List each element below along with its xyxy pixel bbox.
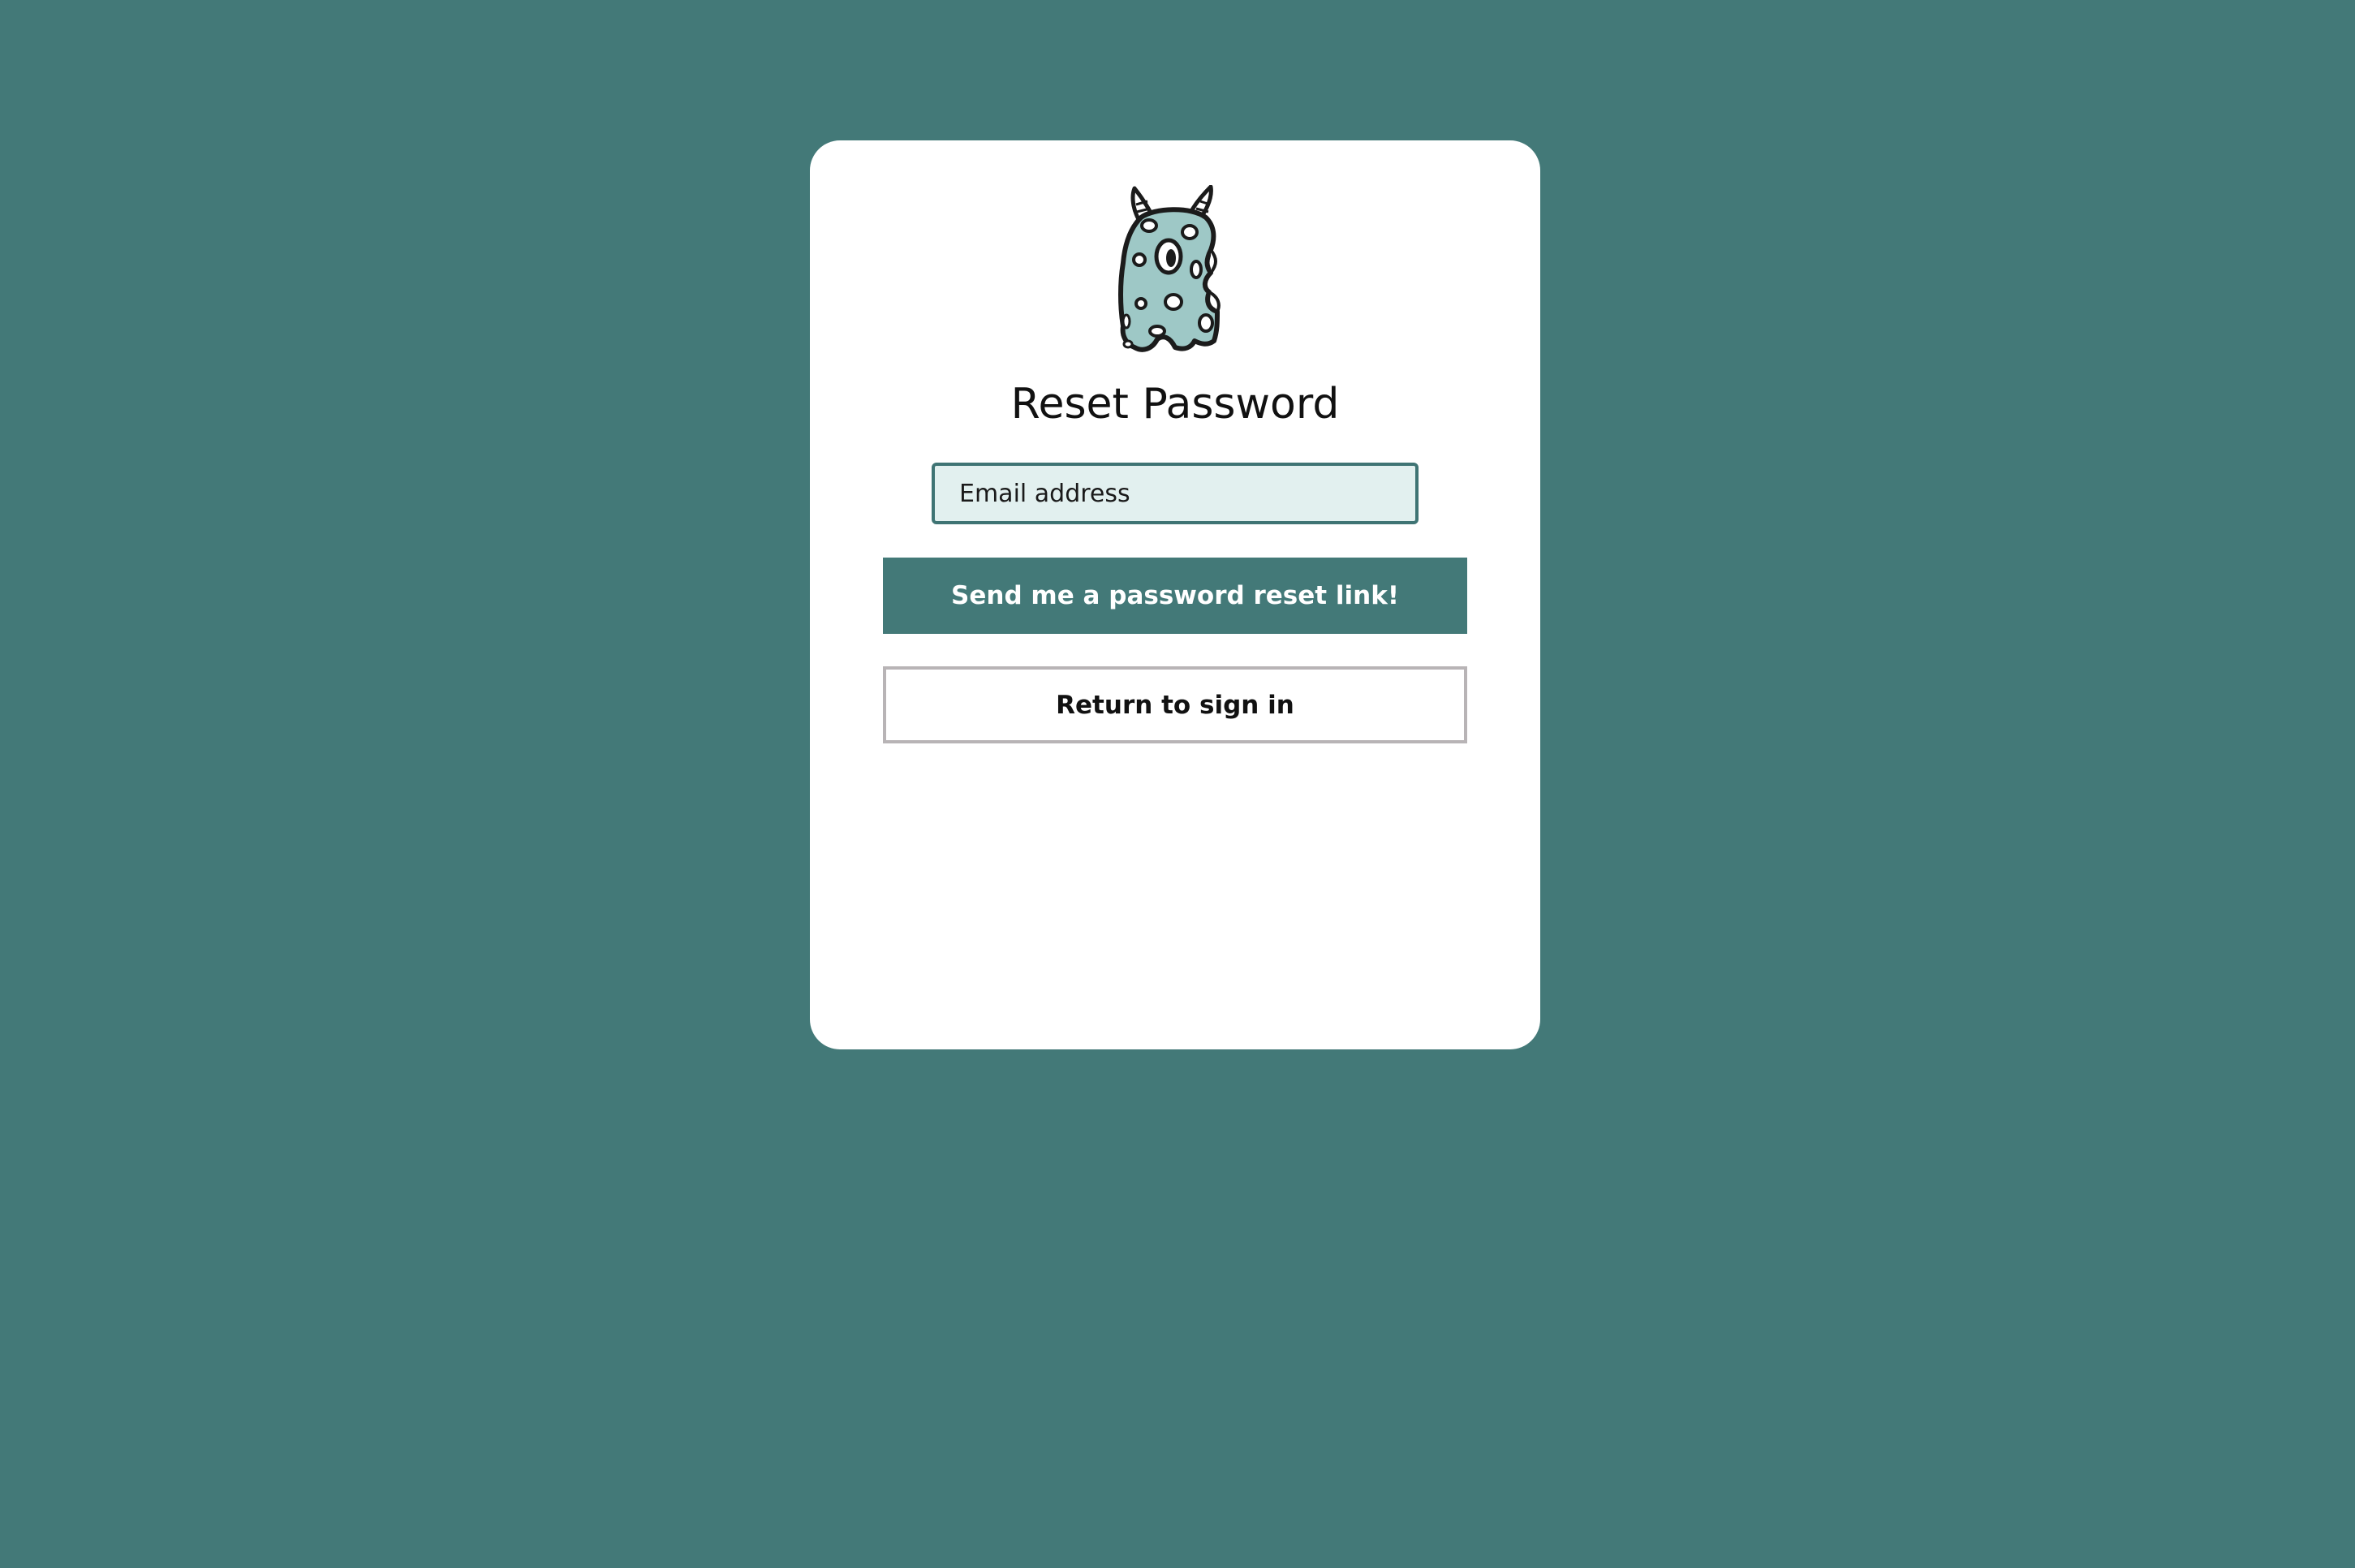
email-field[interactable] [932, 463, 1419, 524]
monster-logo-icon [1117, 185, 1233, 352]
page-title: Reset Password [1010, 380, 1340, 429]
send-reset-link-button[interactable]: Send me a password reset link! [883, 558, 1467, 634]
reset-password-card: Reset Password Send me a password reset … [810, 140, 1540, 1049]
return-to-sign-in-button[interactable]: Return to sign in [883, 666, 1467, 743]
